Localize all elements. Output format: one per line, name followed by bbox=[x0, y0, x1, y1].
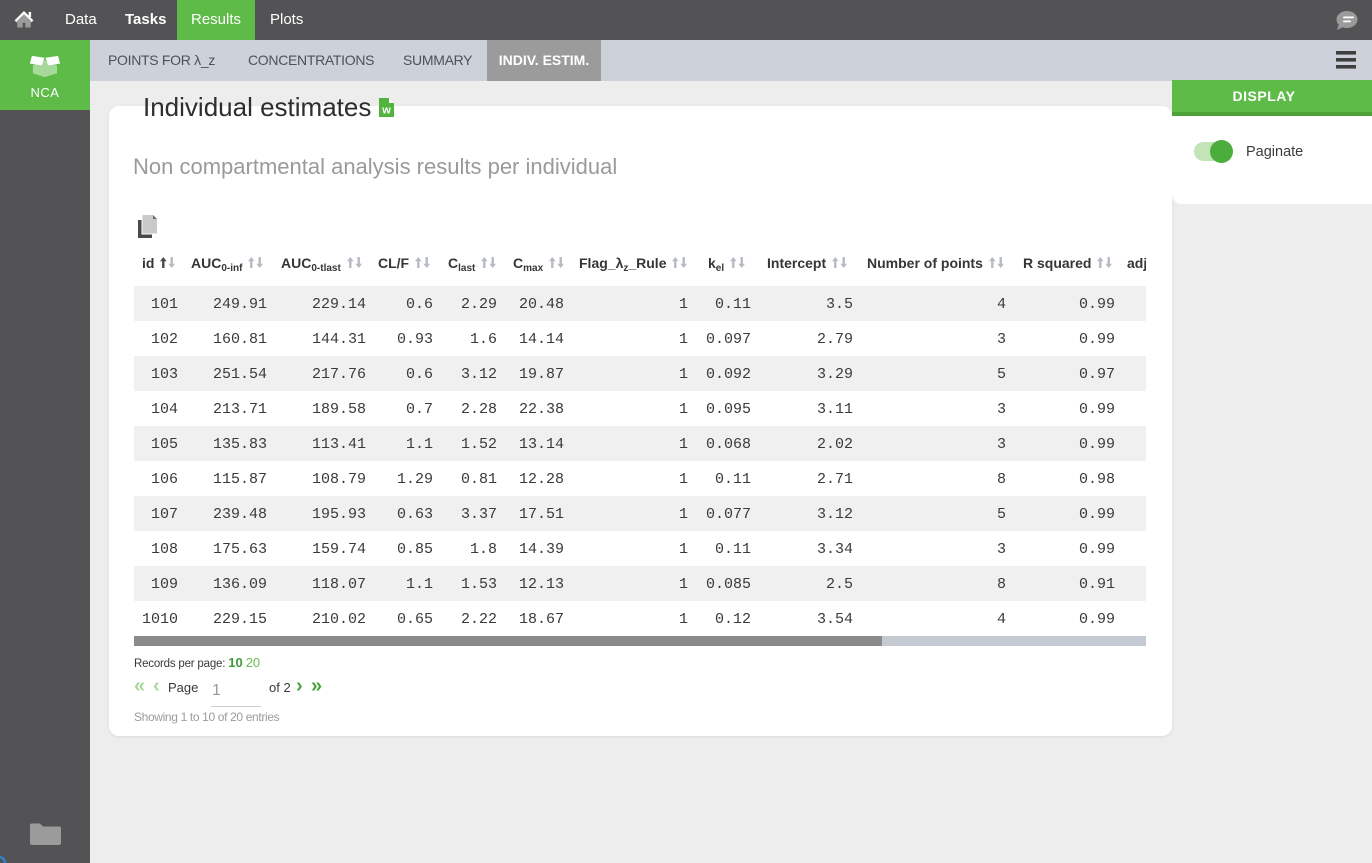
svg-text:w: w bbox=[381, 105, 391, 117]
